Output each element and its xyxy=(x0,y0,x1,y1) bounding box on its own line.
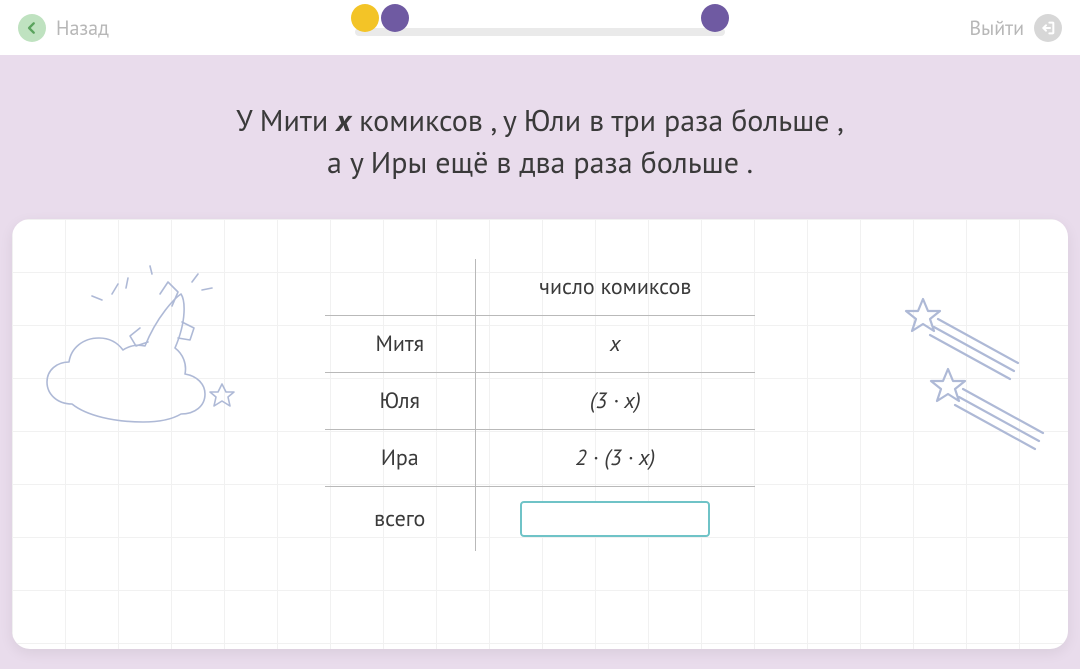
progress-dot-current xyxy=(381,4,409,32)
prompt-text: У Мити xyxy=(236,101,336,140)
prompt-variable: x xyxy=(336,101,351,140)
table-header-value: число комиксов xyxy=(475,259,755,316)
row-value: x xyxy=(475,316,755,373)
progress-bar xyxy=(355,14,725,22)
table-row: Ира 2 · (3 · x) xyxy=(325,430,755,487)
stage: У Мити x комиксов , у Юли в три раза бол… xyxy=(0,55,1080,669)
table-row: Митя x xyxy=(325,316,755,373)
row-value: (3 · x) xyxy=(475,373,755,430)
row-label: Митя xyxy=(325,316,475,373)
problem-prompt: У Мити x комиксов , у Юли в три раза бол… xyxy=(0,100,1080,219)
progress-dot-completed xyxy=(351,4,379,32)
answer-input[interactable] xyxy=(520,501,710,537)
data-table: число комиксов Митя x Юля (3 · x) Ира 2 … xyxy=(325,259,755,551)
table-row: Юля (3 · x) xyxy=(325,373,755,430)
exit-button[interactable]: Выйти xyxy=(969,14,1062,42)
row-value: 2 · (3 · x) xyxy=(475,430,755,487)
work-card: число комиксов Митя x Юля (3 · x) Ира 2 … xyxy=(12,219,1068,649)
rocket-cloud-doodle-icon xyxy=(42,264,242,444)
exit-label: Выйти xyxy=(969,15,1024,41)
table-header-empty xyxy=(325,259,475,316)
total-cell xyxy=(475,487,755,552)
progress-track xyxy=(355,28,725,36)
back-button[interactable]: Назад xyxy=(18,14,109,42)
prompt-text: а у Иры ещё в два раза больше . xyxy=(327,143,753,182)
progress-dot-remaining xyxy=(701,4,729,32)
exit-icon xyxy=(1034,14,1062,42)
table-row-total: всего xyxy=(325,487,755,552)
total-label: всего xyxy=(325,487,475,552)
chevron-left-icon xyxy=(18,14,46,42)
prompt-text: комиксов , у Юли в три раза больше , xyxy=(351,101,844,140)
shooting-stars-doodle-icon xyxy=(888,289,1058,469)
topbar: Назад Выйти xyxy=(0,0,1080,55)
row-label: Ира xyxy=(325,430,475,487)
back-label: Назад xyxy=(56,15,109,41)
row-label: Юля xyxy=(325,373,475,430)
